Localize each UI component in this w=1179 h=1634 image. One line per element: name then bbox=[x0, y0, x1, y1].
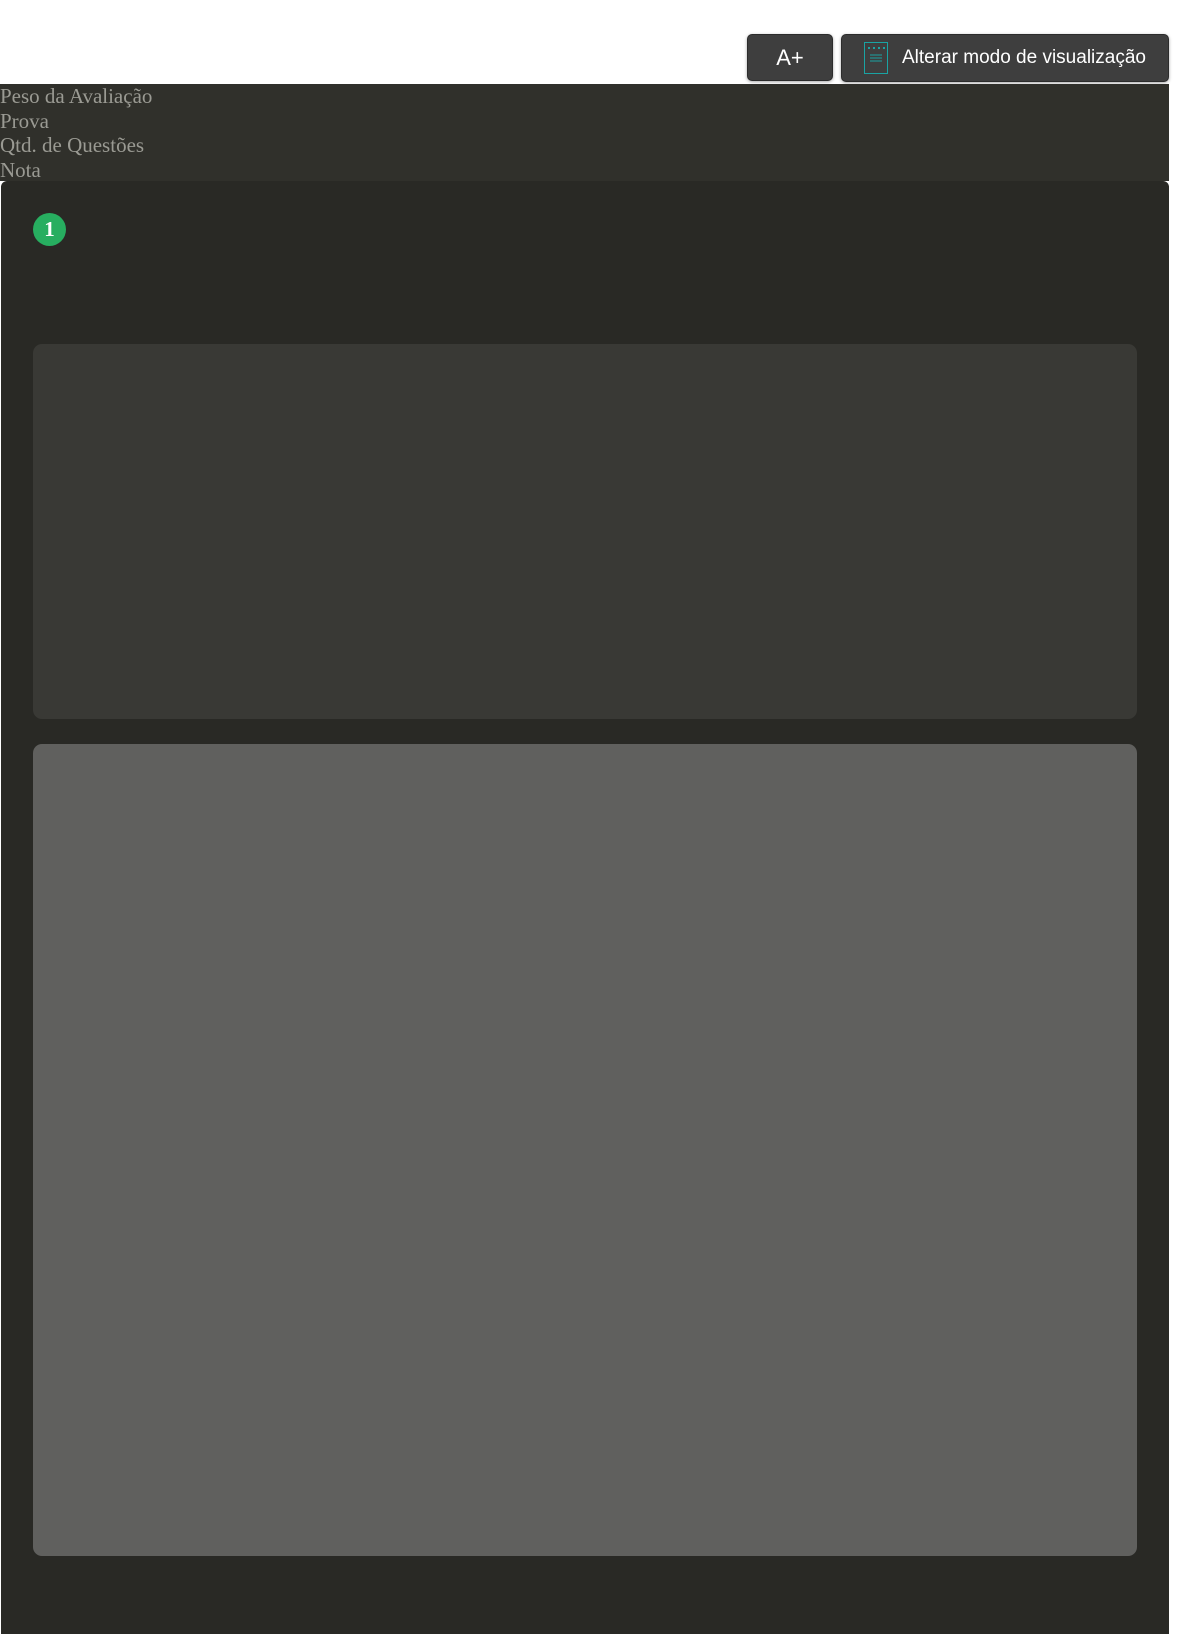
font-increase-button[interactable]: A+ bbox=[747, 34, 833, 81]
toolbar: A+ Alterar modo de visualização bbox=[747, 34, 1169, 82]
grade-label: Nota bbox=[0, 157, 41, 182]
question-statement-placeholder bbox=[33, 344, 1137, 719]
question-number-badge: 1 bbox=[33, 213, 66, 246]
question-content-placeholder bbox=[33, 744, 1137, 1556]
document-view-icon bbox=[864, 42, 888, 74]
exam-label: Prova bbox=[0, 108, 49, 133]
weight-label: Peso da Avaliação bbox=[0, 84, 153, 108]
view-mode-label: Alterar modo de visualização bbox=[902, 47, 1146, 68]
view-mode-button[interactable]: Alterar modo de visualização bbox=[841, 34, 1169, 82]
question-panel: 1 bbox=[1, 181, 1169, 1634]
question-count-label: Qtd. de Questões bbox=[0, 133, 145, 157]
exam-info-bar: Peso da Avaliação Prova Qtd. de Questões… bbox=[0, 84, 1169, 182]
